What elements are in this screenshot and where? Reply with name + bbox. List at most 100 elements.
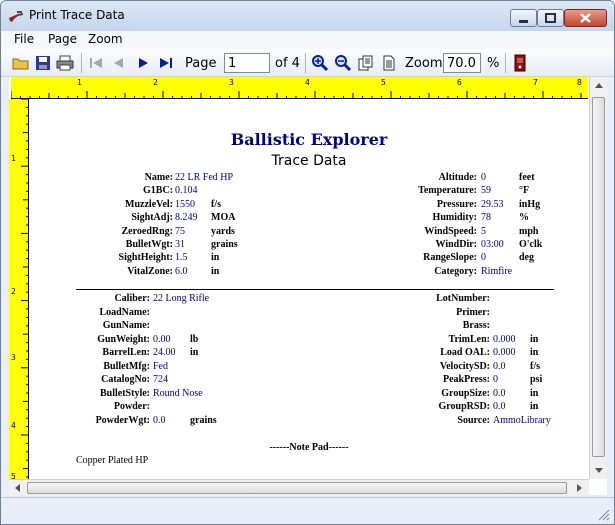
field-unit: mph [519,225,539,237]
menu-page[interactable]: Page [48,32,77,46]
field-unit: in [530,387,539,399]
ruler-number: 4 [11,421,16,430]
save-icon[interactable] [34,54,52,72]
open-folder-icon[interactable] [12,54,30,72]
toolbar-separator [305,53,306,73]
field-row: Brass: [30,320,588,333]
section-divider [76,289,554,290]
menu-bar: File Page Zoom [1,31,614,49]
field-value: 0 [481,172,486,183]
last-page-icon[interactable] [157,54,175,72]
scroll-right-icon[interactable] [571,480,588,497]
field-value: 0.000 [493,347,516,358]
field-value: 0.0 [493,401,506,412]
maximize-icon [545,13,556,23]
field-value: 5 [481,225,486,237]
scroll-up-icon[interactable] [590,77,608,95]
maximize-button[interactable] [537,9,564,27]
scroll-left-icon[interactable] [9,480,26,497]
window-title: Print Trace Data [29,8,125,22]
previous-page-icon[interactable] [109,54,127,72]
field-unit: psi [530,374,543,385]
close-button[interactable] [564,9,607,27]
horizontal-ruler: 1 2 3 4 5 6 7 8 [11,77,588,99]
ruler-number: 5 [381,78,386,87]
field-row: Category: Rimfire [30,266,588,279]
scroll-down-icon[interactable] [590,461,608,479]
zoom-input[interactable] [443,53,481,73]
zoom-in-icon[interactable] [311,54,329,72]
field-unit: in [530,401,539,412]
field-row: WindDir: 03:00 O'clk [30,239,588,252]
close-icon [580,13,591,23]
vertical-scrollbar[interactable] [589,77,607,479]
minimize-button[interactable] [510,9,537,27]
title-bar: Print Trace Data [1,1,614,31]
field-label: WindDir: [435,239,478,250]
ruler-number: 8 [577,78,582,87]
field-value: 0.0 [493,387,506,399]
field-row: Primer: [30,307,588,320]
page-count-label: of 4 [275,56,300,71]
field-unit: in [530,347,539,358]
two-pages-icon[interactable] [357,54,375,72]
ruler-number: 3 [11,353,16,362]
menu-zoom[interactable]: Zoom [88,32,123,46]
field-label: Primer: [456,306,490,318]
exit-icon[interactable] [511,54,529,72]
field-row: Altitude: 0 feet [30,172,588,185]
ruler-number: 1 [77,78,82,87]
field-row: LotNumber: [30,293,588,306]
field-row: TrimLen: 0.000 in [30,334,588,347]
field-row: Load OAL: 0.000 in [30,347,588,360]
vertical-ruler: 1 2 3 4 5 [9,99,29,479]
field-label: Temperature: [418,185,477,197]
zoom-percent-label: % [487,56,500,71]
field-value: AmmoLibrary [493,414,551,426]
field-unit: O'clk [519,239,543,250]
field-value: 0.0 [493,360,506,372]
field-label: Category: [434,265,477,277]
field-unit: % [519,212,529,224]
page-number-input[interactable] [224,53,270,73]
first-page-icon[interactable] [87,54,105,72]
field-row: PeakPress: 0 psi [30,374,588,387]
vertical-scroll-thumb[interactable] [592,97,605,457]
report-title: Ballistic Explorer [230,130,388,149]
field-row: GroupSize: 0.0 in [30,388,588,401]
field-row: WindSpeed: 5 mph [30,226,588,239]
rifle-icon [9,11,23,22]
page-icon[interactable] [380,54,398,72]
field-label: GroupSize: [441,387,490,399]
resize-grip-icon[interactable] [597,508,611,522]
notepad-title: ------Note Pad------ [269,442,349,453]
menu-file[interactable]: File [14,32,34,46]
horizontal-scroll-thumb[interactable] [27,482,567,494]
field-unit: deg [519,252,534,264]
field-label: Load OAL: [440,347,490,358]
field-label: WindSpeed: [424,225,477,237]
ruler-number: 1 [11,154,16,163]
horizontal-scrollbar[interactable] [9,479,589,496]
print-icon[interactable] [56,54,74,72]
field-row: Humidity: 78% [30,212,588,225]
field-label: RangeSlope: [423,252,477,264]
zoom-out-icon[interactable] [334,54,352,72]
ruler-number: 7 [533,78,538,87]
minimize-icon [519,20,528,23]
field-value: 0 [481,252,486,264]
next-page-icon[interactable] [135,54,153,72]
ruler-number: 2 [11,287,16,296]
ruler-number: 3 [229,78,234,87]
field-unit: inHg [519,198,541,210]
toolbar: Page of 4 Zoom % [1,49,614,77]
field-row: Source: AmmoLibrary [30,415,588,428]
ruler-number: 2 [153,78,158,87]
zoom-label: Zoom [405,56,443,71]
field-row: Temperature: 59 °F [30,185,588,198]
field-unit: °F [519,185,530,197]
status-bar [1,497,614,524]
field-unit: f/s [530,360,540,372]
field-row: VelocitySD: 0.0 f/s [30,361,588,374]
ruler-ticks [11,91,582,98]
